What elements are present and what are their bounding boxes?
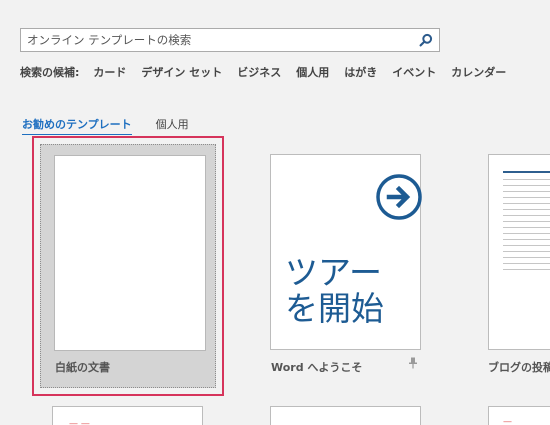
search-input[interactable] (21, 29, 411, 51)
suggestion-card[interactable]: カード (93, 64, 126, 80)
arrow-right-circle-icon (376, 174, 422, 220)
search-icon (419, 33, 433, 47)
tour-thumbnail-text: ツアー を開始 (285, 253, 384, 328)
suggestion-business[interactable]: ビジネス (237, 64, 281, 80)
tab-personal[interactable]: 個人用 (156, 116, 189, 134)
thumbnail-decoration: — — (69, 419, 90, 425)
template-title: ブログの投稿 (488, 361, 550, 374)
new-document-page: 検索の候補: カード デザイン セット ビジネス 個人用 はがき イベント カレ… (0, 0, 550, 425)
suggestion-personal[interactable]: 個人用 (296, 64, 329, 80)
suggestion-postcard[interactable]: はがき (344, 64, 377, 80)
template-search-box[interactable] (20, 28, 440, 52)
selection-highlight: 白紙の文書 (40, 144, 216, 388)
template-card-row2-2[interactable] (270, 406, 421, 425)
template-card-blank-document[interactable]: 白紙の文書 (32, 136, 224, 396)
template-title: 白紙の文書 (55, 361, 110, 374)
template-title: Word へようこそ (271, 361, 363, 374)
thumbnail-decoration: — (503, 417, 512, 425)
pin-icon[interactable] (408, 357, 418, 369)
template-tabs: お勧めのテンプレート 個人用 (22, 116, 213, 135)
suggested-searches-label: 検索の候補: (20, 66, 80, 79)
search-button[interactable] (415, 30, 437, 50)
suggestion-event[interactable]: イベント (392, 64, 436, 80)
template-card-row2-3[interactable]: — (488, 406, 550, 425)
template-card-row2-1[interactable]: — — (52, 406, 203, 425)
suggestion-calendar[interactable]: カレンダー (451, 64, 506, 80)
blog-thumbnail-lines (503, 171, 550, 275)
template-card-welcome-to-word[interactable]: ツアー を開始 (270, 154, 422, 350)
suggestion-design-set[interactable]: デザイン セット (141, 64, 222, 80)
template-card-blog-post[interactable] (488, 154, 550, 350)
blank-document-thumbnail (54, 155, 206, 351)
suggested-searches: 検索の候補: カード デザイン セット ビジネス 個人用 はがき イベント カレ… (20, 64, 521, 80)
tab-featured[interactable]: お勧めのテンプレート (22, 116, 132, 135)
